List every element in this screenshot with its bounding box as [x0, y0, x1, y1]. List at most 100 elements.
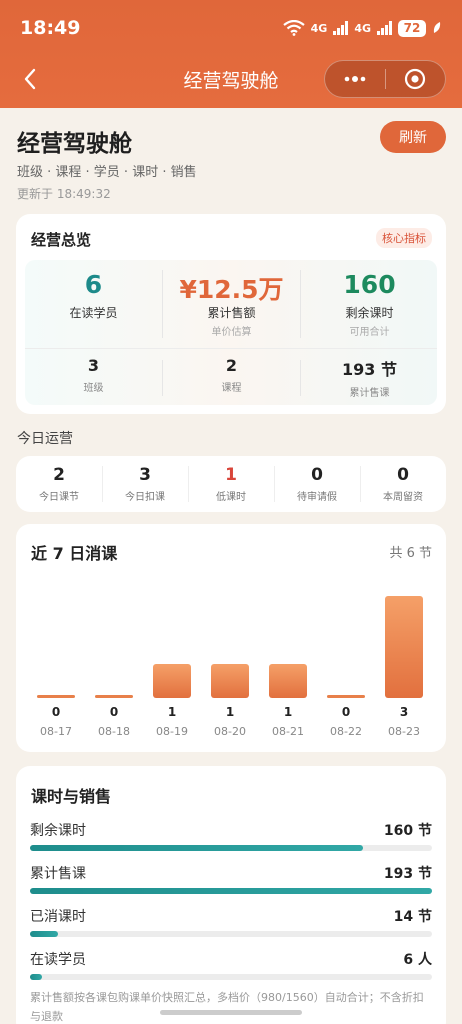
progress-value: 160 节: [383, 823, 432, 839]
today-label: 今日扣课: [125, 492, 165, 503]
bar-value-label: 0: [342, 705, 350, 719]
x-tick-label: 08-18: [98, 725, 130, 738]
x-tick-label: 08-21: [272, 725, 304, 738]
target-close-icon: [405, 68, 426, 90]
page-title: 经营驾驶舱: [17, 131, 132, 157]
bar-08-23: [385, 596, 423, 698]
today-item[interactable]: 2 今日课节: [16, 456, 102, 512]
bar-value-label: 3: [400, 705, 408, 719]
today-value: 3: [139, 465, 151, 485]
bar-08-17: [37, 695, 75, 698]
signal-icon: [333, 21, 349, 35]
kpi-value: 160: [343, 270, 396, 299]
kpi-value: ¥12.5万: [179, 275, 284, 304]
today-value: 1: [225, 465, 237, 485]
kpi-sub: 单价估算: [211, 327, 252, 338]
progress-label: 在读学员: [30, 952, 86, 968]
bar-value-label: 1: [168, 705, 176, 719]
bar-value-label: 1: [226, 705, 234, 719]
network-label-2: 4G: [354, 21, 371, 35]
lesson-chart-card: 0 08-17 0 08-18 1 08-19 1 08-20 1 08-21 0 08-22 3 08-…: [16, 524, 446, 752]
progress-label: 剩余课时: [30, 823, 86, 839]
progress-fill: [30, 888, 432, 894]
progress-value: 193 节: [383, 866, 432, 882]
kpi-remaining: 160 剩余课时 可用合计: [301, 260, 438, 346]
mini-classes: 3 班级: [25, 356, 162, 394]
today-value: 0: [397, 465, 409, 485]
kpi-label: 累计售额: [207, 306, 256, 320]
network-label-1: 4G: [310, 21, 328, 35]
today-label: 低课时: [216, 492, 246, 503]
today-label: 待审请假: [297, 492, 337, 503]
mini-sold-lessons: 193 节 累计售课: [301, 356, 438, 399]
wifi-icon: [282, 20, 305, 36]
x-tick-label: 08-19: [156, 725, 188, 738]
mini-courses: 2 课程: [163, 356, 300, 394]
today-value: 0: [311, 465, 323, 485]
mini-label: 课程: [221, 383, 242, 394]
today-item[interactable]: 0 待审请假: [274, 456, 360, 512]
battery-icon: 72: [398, 19, 426, 37]
kpi-students: 6 在读学员: [25, 260, 162, 346]
today-item[interactable]: 0 本周留资: [360, 456, 446, 512]
status-icons: 4G 4G 72: [282, 19, 442, 37]
kpi-sub: 可用合计: [349, 327, 390, 338]
overview-panel: 6 在读学员 ¥12.5万 累计售额 单价估算 160 剩余课时 可用合计 3 …: [25, 260, 437, 405]
core-metric-badge: 核心指标: [376, 228, 432, 248]
progress-track: [30, 931, 432, 937]
bar-value-label: 1: [284, 705, 292, 719]
updated-time: 更新于 18:49:32: [17, 187, 111, 201]
nav-bar: 经营驾驶舱: [0, 56, 462, 102]
signal-icon-2: [377, 21, 392, 35]
sales-card: 课时与销售 剩余课时 160 节 累计售课 193 节 已消课时 14 节 在读…: [16, 766, 446, 1024]
sales-title: 课时与销售: [31, 787, 112, 806]
progress-fill: [30, 845, 364, 851]
bar-08-18: [95, 695, 133, 698]
overview-title: 经营总览: [31, 231, 92, 249]
progress-fill: [30, 974, 43, 980]
mini-value: 2: [225, 356, 238, 375]
today-section-title: 今日运营: [17, 431, 73, 447]
page-subtitle: 班级 · 课程 · 学员 · 课时 · 销售: [17, 165, 197, 180]
progress-track: [30, 974, 432, 980]
today-item[interactable]: 1 低课时: [188, 456, 274, 512]
x-tick-label: 08-20: [214, 725, 246, 738]
x-tick-label: 08-22: [330, 725, 362, 738]
overview-card: 经营总览 核心指标 6 在读学员 ¥12.5万 累计售额 单价估算 160 剩余…: [16, 214, 446, 414]
bar-08-20: [211, 664, 249, 698]
today-label: 今日课节: [39, 492, 79, 503]
sales-note: 累计售额按各课包购课单价快照汇总，多档价（980/1560）自动合计；不含折扣与…: [30, 991, 424, 1023]
kpi-label: 在读学员: [69, 306, 118, 320]
divider: [25, 348, 437, 349]
kpi-value: 6: [84, 270, 103, 299]
today-item[interactable]: 3 今日扣课: [102, 456, 188, 512]
leaf-icon: [433, 22, 441, 33]
refresh-button[interactable]: 刷新: [380, 121, 446, 153]
mini-program-capsule: [324, 60, 446, 98]
home-indicator: [160, 1010, 302, 1015]
mini-label: 累计售课: [349, 388, 390, 399]
mini-value: 3: [87, 356, 100, 375]
top-bar: 18:49 4G 4G 72 经营驾驶舱: [0, 0, 462, 108]
status-time: 18:49: [20, 17, 81, 39]
bar-08-19: [153, 664, 191, 698]
progress-label: 已消课时: [30, 909, 86, 925]
progress-value: 14 节: [393, 909, 432, 925]
progress-track: [30, 845, 432, 851]
bar-08-22: [327, 695, 365, 698]
x-tick-label: 08-17: [40, 725, 72, 738]
kpi-label: 剩余课时: [345, 306, 394, 320]
close-button[interactable]: [385, 60, 445, 98]
more-dots-icon: [344, 76, 366, 82]
x-tick-label: 08-23: [388, 725, 420, 738]
mini-value: 193 节: [342, 360, 397, 379]
status-bar: 18:49 4G 4G 72: [0, 0, 462, 56]
bar-08-21: [269, 664, 307, 698]
today-card: 2 今日课节 3 今日扣课 1 低课时 0 待审请假 0 本周留资: [16, 456, 446, 512]
bar-value-label: 0: [52, 705, 60, 719]
mini-label: 班级: [83, 383, 104, 394]
progress-fill: [30, 931, 59, 937]
more-button[interactable]: [325, 60, 385, 98]
progress-value: 6 人: [403, 952, 432, 968]
progress-label: 累计售课: [30, 866, 86, 882]
